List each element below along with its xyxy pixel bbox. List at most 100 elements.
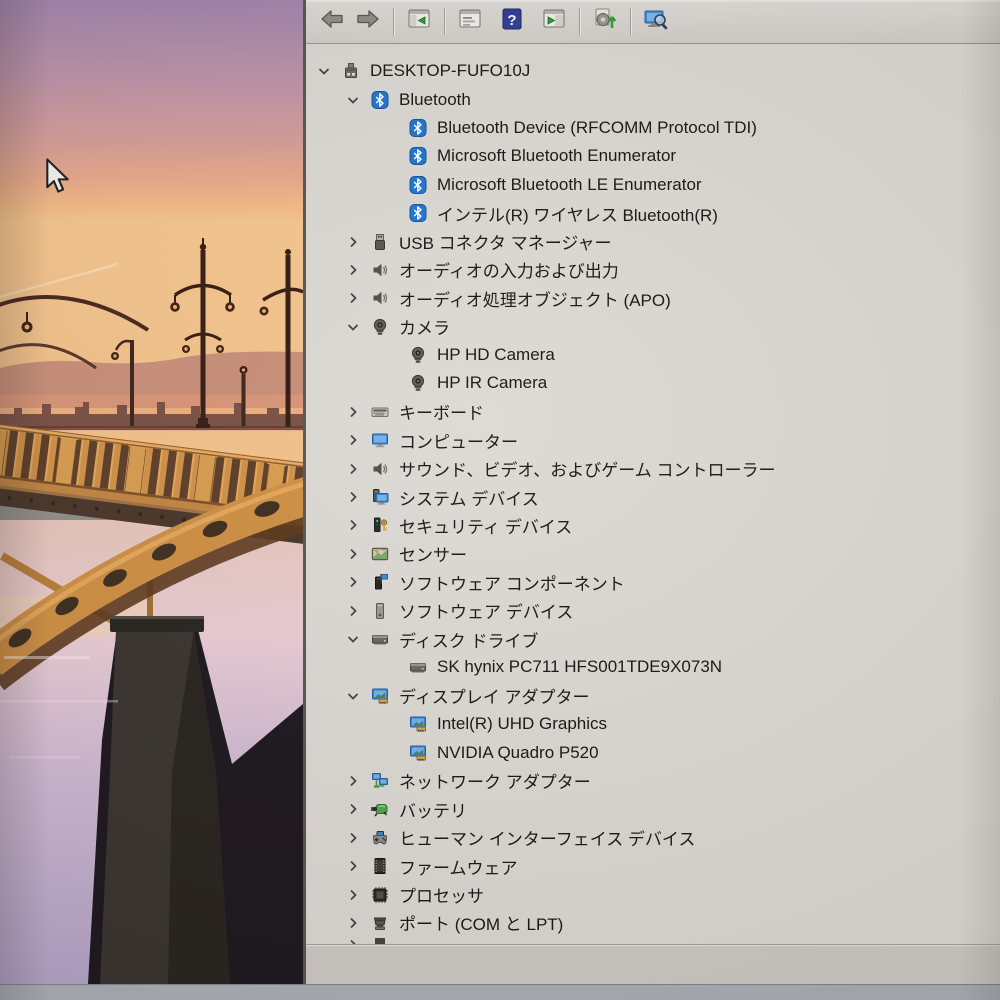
tree-item[interactable]: オーディオ処理オブジェクト (APO) (306, 284, 1000, 312)
search-computer-button[interactable] (638, 6, 674, 38)
tree-item[interactable] (306, 937, 1000, 944)
scan-hardware-button[interactable] (587, 6, 623, 38)
tree-item[interactable]: DESKTOP-FUFO10J (306, 57, 1000, 85)
tree-item[interactable]: NVIDIA Quadro P520 (306, 738, 1000, 766)
tree-item[interactable]: ヒューマン インターフェイス デバイス (306, 824, 1000, 852)
toolbar: ? (306, 0, 1000, 44)
tree-item-label: Intel(R) UHD Graphics (437, 714, 608, 734)
chevron-collapsed-icon[interactable] (345, 262, 361, 278)
tree-item[interactable]: コンピューター (306, 426, 1000, 454)
tree-item[interactable]: USB コネクタ マネージャー (306, 227, 1000, 255)
bluetooth-icon (409, 175, 427, 194)
ports-icon (371, 914, 389, 932)
tree-item[interactable]: Microsoft Bluetooth LE Enumerator (306, 171, 1000, 199)
search-computer-icon (643, 6, 669, 37)
toolbar-separator (579, 8, 580, 35)
help-button[interactable]: ? (494, 6, 530, 38)
tree-item[interactable]: ファームウェア (306, 852, 1000, 880)
tree-item-label: カメラ (399, 319, 450, 339)
tree-item[interactable]: ディスプレイ アダプター (306, 682, 1000, 710)
tree-item[interactable]: システム デバイス (306, 483, 1000, 511)
processor-icon (371, 886, 389, 904)
chevron-expanded-icon[interactable] (316, 63, 332, 79)
tree-item[interactable]: キーボード (306, 398, 1000, 426)
screen-photo: ? DESKTOP-FUFO10J Bluetooth Bluetooth Devi… (0, 0, 1000, 1000)
tree-item-label: システム デバイス (399, 489, 539, 509)
hid-icon (371, 829, 389, 847)
tree-item[interactable]: ポート (COM と LPT) (306, 909, 1000, 937)
tree-item-label: インテル(R) ワイヤレス Bluetooth(R) (437, 205, 718, 225)
scan-hardware-icon (592, 6, 618, 37)
chevron-collapsed-icon[interactable] (345, 404, 361, 420)
network-icon (371, 772, 389, 790)
properties-button[interactable] (452, 6, 488, 38)
chevron-collapsed-icon[interactable] (345, 489, 361, 505)
tree-item-label: HP HD Camera (437, 345, 555, 365)
tree-item[interactable]: Bluetooth (306, 85, 1000, 113)
audio-icon (371, 289, 389, 307)
tree-item[interactable]: センサー (306, 540, 1000, 568)
tree-item[interactable]: ネットワーク アダプター (306, 767, 1000, 795)
window-bottom-bar (306, 944, 1000, 984)
tree-item[interactable]: HP IR Camera (306, 369, 1000, 397)
chevron-collapsed-icon[interactable] (345, 915, 361, 931)
tree-item-label: プロセッサ (399, 887, 484, 907)
chevron-collapsed-icon[interactable] (345, 461, 361, 477)
chevron-collapsed-icon[interactable] (345, 432, 361, 448)
chevron-expanded-icon[interactable] (345, 319, 361, 335)
tree-item[interactable]: カメラ (306, 313, 1000, 341)
tree-item[interactable]: ソフトウェア コンポーネント (306, 568, 1000, 596)
computer-root-icon (342, 62, 360, 80)
chevron-expanded-icon[interactable] (345, 92, 361, 108)
tree-item-label: ソフトウェア デバイス (399, 603, 574, 623)
chevron-collapsed-icon[interactable] (345, 603, 361, 619)
tree-item[interactable]: ソフトウェア デバイス (306, 596, 1000, 624)
mouse-cursor-icon (46, 158, 69, 193)
toolbar-separator (630, 8, 631, 35)
forward-button[interactable] (350, 6, 386, 38)
chevron-collapsed-icon[interactable] (345, 887, 361, 903)
tree-item[interactable]: ディスク ドライブ (306, 625, 1000, 653)
tree-item[interactable]: Bluetooth Device (RFCOMM Protocol TDI) (306, 114, 1000, 142)
tree-item[interactable]: HP HD Camera (306, 341, 1000, 369)
usb-icon (371, 233, 389, 251)
tree-item[interactable]: SK hynix PC711 HFS001TDE9X073N (306, 653, 1000, 681)
chevron-collapsed-icon[interactable] (345, 234, 361, 250)
chevron-expanded-icon[interactable] (345, 688, 361, 704)
chevron-collapsed-icon[interactable] (345, 290, 361, 306)
tree-item[interactable]: Intel(R) UHD Graphics (306, 710, 1000, 738)
tree-item-label: オーディオ処理オブジェクト (APO) (399, 290, 671, 310)
tree-item[interactable]: バッテリ (306, 795, 1000, 823)
tree-item[interactable]: インテル(R) ワイヤレス Bluetooth(R) (306, 199, 1000, 227)
tree-item[interactable]: オーディオの入力および出力 (306, 256, 1000, 284)
chevron-collapsed-icon[interactable] (345, 937, 361, 944)
tree-item-label: Bluetooth Device (RFCOMM Protocol TDI) (437, 117, 757, 137)
computer-icon (371, 431, 389, 449)
audio-icon (371, 460, 389, 478)
tree-item-label: ヒューマン インターフェイス デバイス (399, 830, 696, 850)
tree-item[interactable]: サウンド、ビデオ、およびゲーム コントローラー (306, 454, 1000, 482)
chevron-collapsed-icon[interactable] (345, 574, 361, 590)
chevron-collapsed-icon[interactable] (345, 517, 361, 533)
chevron-collapsed-icon[interactable] (345, 830, 361, 846)
back-button[interactable] (314, 6, 350, 38)
toolbar-separator (444, 8, 445, 35)
action-pane-icon (541, 6, 567, 37)
action-pane-button[interactable] (536, 6, 572, 38)
chevron-expanded-icon[interactable] (345, 631, 361, 647)
arrow-left-icon (319, 6, 345, 37)
tree-item-label: バッテリ (399, 801, 467, 821)
tree-item[interactable]: プロセッサ (306, 880, 1000, 908)
chevron-collapsed-icon[interactable] (345, 773, 361, 789)
chevron-collapsed-icon[interactable] (345, 546, 361, 562)
chevron-collapsed-icon[interactable] (345, 858, 361, 874)
svg-text:?: ? (507, 12, 516, 29)
tree-item[interactable]: Microsoft Bluetooth Enumerator (306, 142, 1000, 170)
tree-item-label: コンピューター (399, 432, 518, 452)
chevron-collapsed-icon[interactable] (345, 801, 361, 817)
console-tree-button[interactable] (401, 6, 437, 38)
tree-item-label: ソフトウェア コンポーネント (399, 574, 625, 594)
display-icon (409, 744, 427, 762)
tree-item[interactable]: セキュリティ デバイス (306, 511, 1000, 539)
system-icon (371, 488, 389, 506)
